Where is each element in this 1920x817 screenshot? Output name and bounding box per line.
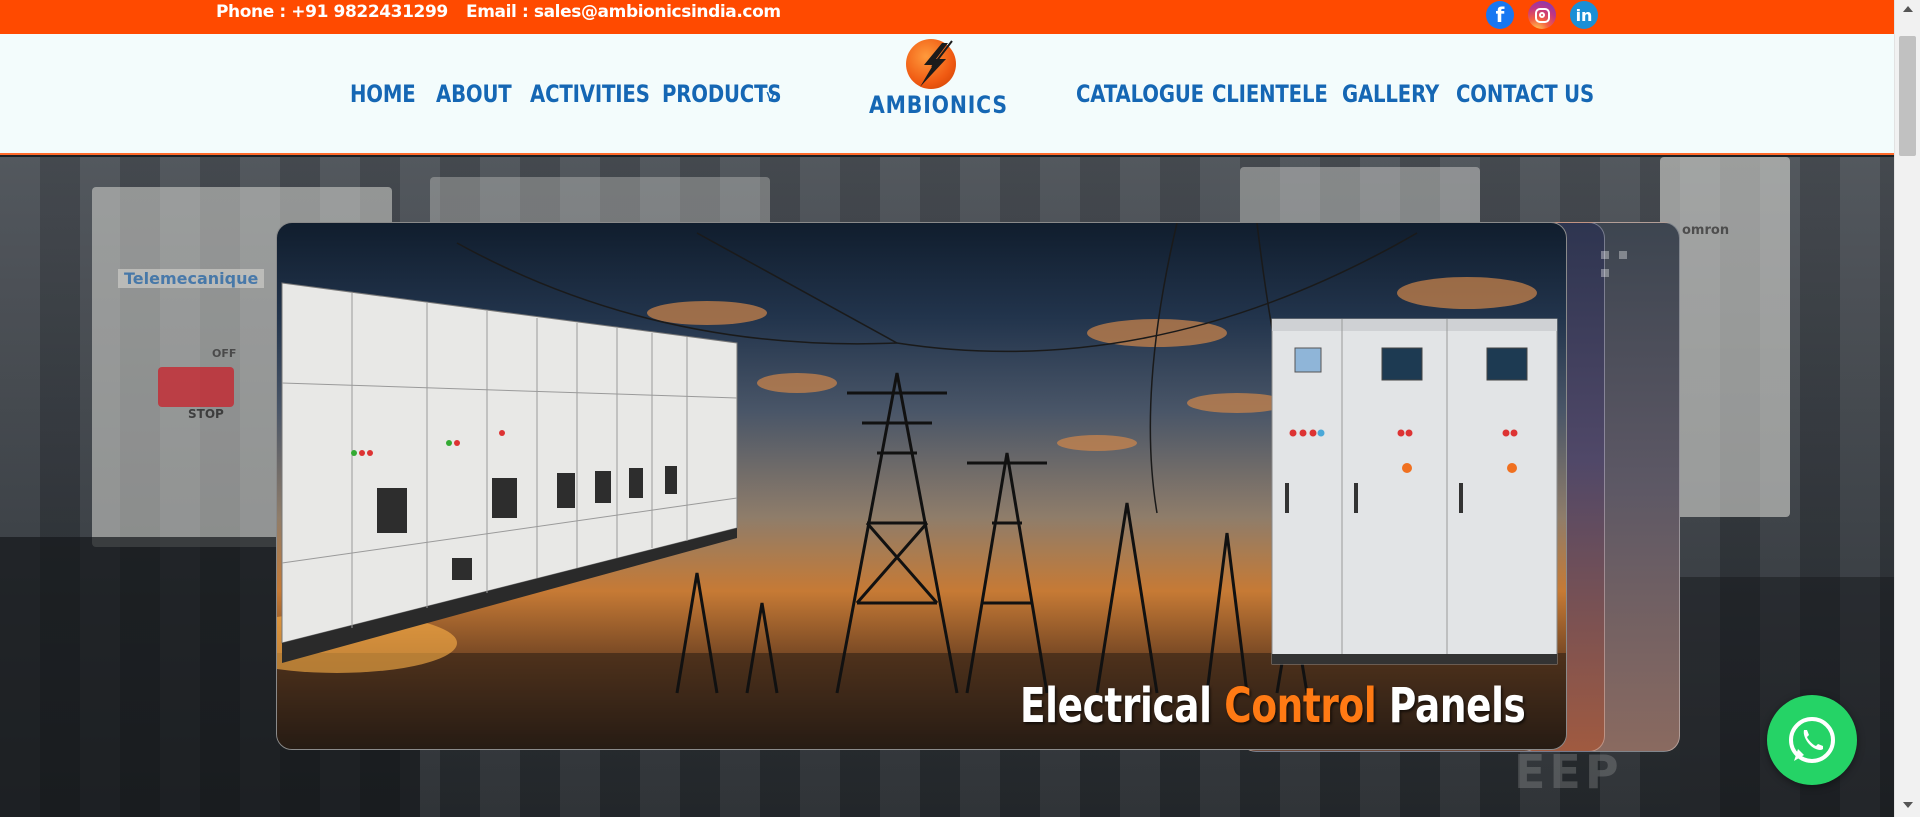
- brand-name[interactable]: AMBIONICS: [869, 91, 1008, 119]
- vertical-scrollbar[interactable]: [1894, 0, 1920, 817]
- hero-slide[interactable]: Electrical Control Panels: [276, 222, 1567, 750]
- scroll-down-icon[interactable]: [1903, 802, 1913, 808]
- hero-section: Telemecanique STOP OFF omron EEP Electri…: [0, 157, 1894, 817]
- nav-clientele[interactable]: CLIENTELE: [1212, 80, 1328, 108]
- nav-contact-us[interactable]: CONTACT US: [1456, 80, 1594, 108]
- nav-activities[interactable]: ACTIVITIES: [530, 80, 650, 108]
- phone-contact[interactable]: Phone : +91 9822431299: [216, 2, 448, 22]
- linkedin-icon[interactable]: in: [1570, 1, 1598, 29]
- nav-home[interactable]: HOME: [350, 80, 416, 108]
- facebook-icon[interactable]: f: [1486, 1, 1514, 29]
- logo-icon[interactable]: [906, 39, 956, 89]
- bg-label-telemecanique: Telemecanique: [118, 269, 265, 288]
- scroll-thumb[interactable]: [1899, 36, 1916, 156]
- nav-products[interactable]: PRODUCTS: [662, 80, 782, 108]
- bg-label-omron: omron: [1682, 223, 1730, 238]
- nav-about[interactable]: ABOUT: [436, 80, 512, 108]
- top-bar: Phone : +91 9822431299 Email : sales@amb…: [0, 0, 1894, 34]
- site-header: HOME ABOUT ACTIVITIES PRODUCTS v AMBIONI…: [0, 34, 1894, 155]
- nav-catalogue[interactable]: CATALOGUE: [1076, 80, 1204, 108]
- bg-red-switch: [158, 367, 234, 407]
- whatsapp-icon[interactable]: [1767, 695, 1857, 785]
- slide-caption: Electrical Control Panels: [1020, 678, 1526, 734]
- bg-label-eep: EEP: [1514, 745, 1623, 799]
- bg-label-off: OFF: [212, 347, 237, 360]
- bg-cables-right: [1680, 577, 1894, 817]
- slide-illustration: [277, 223, 1566, 749]
- bg-label-stop: STOP: [188, 407, 224, 421]
- nav-gallery[interactable]: GALLERY: [1342, 80, 1439, 108]
- email-contact[interactable]: Email : sales@ambionicsindia.com: [466, 2, 781, 22]
- scroll-up-icon[interactable]: [1903, 6, 1913, 12]
- instagram-icon[interactable]: [1528, 1, 1556, 29]
- chevron-down-icon[interactable]: v: [766, 86, 775, 105]
